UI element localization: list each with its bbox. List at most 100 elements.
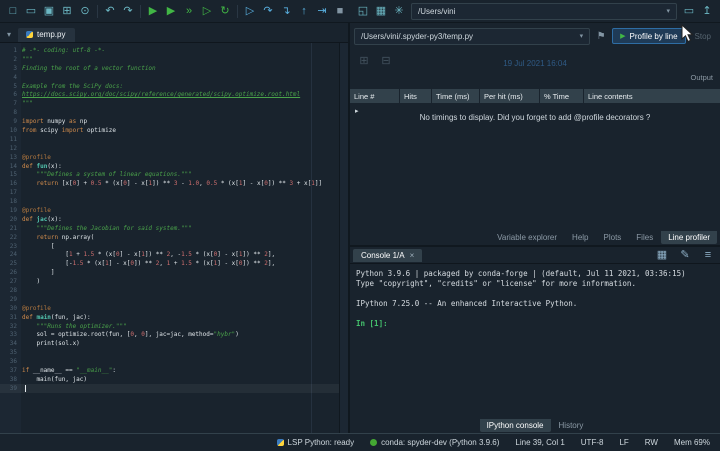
output-label[interactable]: Output <box>690 73 713 82</box>
code-line[interactable]: 31def main(fun, jac): <box>0 313 339 322</box>
step-over-icon[interactable]: ↷ <box>259 2 277 20</box>
tab-ipython-console[interactable]: IPython console <box>480 419 551 432</box>
code-line[interactable]: 28 <box>0 286 339 295</box>
code-line[interactable]: 32 """Runs the optimizer.""" <box>0 322 339 331</box>
code-line[interactable]: 24 [1 + 1.5 * (x[0] - x[1]) ** 2, -1.5 *… <box>0 250 339 259</box>
code-line[interactable]: 17 <box>0 188 339 197</box>
tab-variable-explorer[interactable]: Variable explorer <box>490 231 564 244</box>
open-file-icon[interactable]: ▭ <box>22 2 40 20</box>
status-memory[interactable]: Mem 69% <box>674 438 710 447</box>
code-line[interactable]: 37if __name__ == "__main__": <box>0 366 339 375</box>
code-line[interactable]: 35 <box>0 348 339 357</box>
code-line[interactable]: 12 <box>0 144 339 153</box>
code-line[interactable]: 11 <box>0 135 339 144</box>
code-line[interactable]: 34 print(sol.x) <box>0 339 339 348</box>
inspect-console-icon[interactable]: ▦ <box>653 246 671 264</box>
code-line[interactable]: 29 <box>0 295 339 304</box>
tab-line-profiler[interactable]: Line profiler <box>661 231 717 244</box>
code-line[interactable]: 19@profile <box>0 206 339 215</box>
column-header-per-hit-ms-[interactable]: Per hit (ms) <box>480 89 540 103</box>
code-line[interactable]: 33 sol = optimize.root(fun, [0, 0], jac=… <box>0 331 339 340</box>
maximize-pane-icon[interactable]: ◱ <box>354 2 372 20</box>
profile-by-line-button[interactable]: ▶ Profile by line <box>612 28 685 44</box>
stop-profiling-button[interactable]: Stop <box>690 28 716 44</box>
status-lsp-status[interactable]: LSP Python: ready <box>277 438 355 447</box>
code-line[interactable]: 26 ] <box>0 268 339 277</box>
tab-history[interactable]: History <box>552 419 591 432</box>
console-tab-1a[interactable]: Console 1/A × <box>353 249 422 262</box>
status-encoding[interactable]: UTF-8 <box>581 438 604 447</box>
redo-icon[interactable]: ↷ <box>119 2 137 20</box>
status-conda-env[interactable]: conda: spyder-dev (Python 3.9.6) <box>370 438 499 447</box>
tab-help[interactable]: Help <box>565 231 595 244</box>
code-line[interactable]: 7""" <box>0 99 339 108</box>
code-line[interactable]: 27 ) <box>0 277 339 286</box>
code-line[interactable]: 5Example from the SciPy docs: <box>0 82 339 91</box>
collapse-all-icon[interactable]: ⊟ <box>377 52 395 70</box>
panes-layout-icon[interactable]: ▦ <box>372 2 390 20</box>
code-line[interactable]: 23 [ <box>0 242 339 251</box>
code-editor[interactable]: 1# -*- coding: utf-8 -*-2"""3Finding the… <box>0 43 348 433</box>
editor-tab-temp-py[interactable]: temp.py <box>18 28 75 42</box>
stop-debug-icon[interactable]: ■ <box>331 2 349 20</box>
working-directory-combo[interactable]: /Users/vini ▾ <box>411 3 677 20</box>
status-permissions[interactable]: RW <box>645 438 658 447</box>
code-line[interactable]: 39 <box>0 384 339 393</box>
console-output[interactable]: Python 3.9.6 | packaged by conda-forge |… <box>350 264 720 417</box>
code-line[interactable]: 13@profile <box>0 153 339 162</box>
column-header-time-ms-[interactable]: Time (ms) <box>432 89 480 103</box>
preferences-icon[interactable]: ✳ <box>390 2 408 20</box>
expand-all-icon[interactable]: ⊞ <box>355 52 373 70</box>
editor-scrollbar[interactable] <box>339 43 348 433</box>
code-line[interactable]: 6https://docs.scipy.org/doc/scipy/refere… <box>0 90 339 99</box>
re-run-icon[interactable]: ↻ <box>216 2 234 20</box>
code-line[interactable]: 10from scipy import optimize <box>0 126 339 135</box>
find-icon[interactable]: ⊙ <box>76 2 94 20</box>
code-line[interactable]: 14def fun(x): <box>0 162 339 171</box>
undo-icon[interactable]: ↶ <box>101 2 119 20</box>
run-selection-icon[interactable]: ▷ <box>198 2 216 20</box>
step-into-icon[interactable]: ↴ <box>277 2 295 20</box>
code-line[interactable]: 1# -*- coding: utf-8 -*- <box>0 46 339 55</box>
code-line[interactable]: 9import numpy as np <box>0 117 339 126</box>
run-cell-advance-icon[interactable]: » <box>180 2 198 20</box>
tab-files[interactable]: Files <box>629 231 660 244</box>
code-line[interactable]: 30@profile <box>0 304 339 313</box>
save-all-icon[interactable]: ⊞ <box>58 2 76 20</box>
code-line[interactable]: 2""" <box>0 55 339 64</box>
code-line[interactable]: 21 """Defines the Jacobian for said syst… <box>0 224 339 233</box>
code-line[interactable]: 4 <box>0 73 339 82</box>
tab-plots[interactable]: Plots <box>597 231 629 244</box>
code-line[interactable]: 3Finding the root of a vector function <box>0 64 339 73</box>
status-cursor-position[interactable]: Line 39, Col 1 <box>515 438 564 447</box>
code-line[interactable]: 8 <box>0 108 339 117</box>
code-line[interactable]: 25 [-1.5 * (x[1] - x[0]) ** 2, 1 + 1.5 *… <box>0 259 339 268</box>
new-file-icon[interactable]: □ <box>4 2 22 20</box>
run-cell-icon[interactable]: ▶ <box>162 2 180 20</box>
column-header-hits[interactable]: Hits <box>400 89 432 103</box>
status-eol[interactable]: LF <box>619 438 628 447</box>
code-line[interactable]: 15 """Defines a system of linear equatio… <box>0 170 339 179</box>
code-line[interactable]: 16 return [x[0] + 0.5 * (x[0] - x[1]) **… <box>0 179 339 188</box>
parent-dir-icon[interactable]: ↥ <box>698 2 716 20</box>
select-file-icon[interactable]: ⚑ <box>594 31 608 42</box>
code-line[interactable]: 18 <box>0 197 339 206</box>
column-header-line-[interactable]: Line # <box>350 89 400 103</box>
save-file-icon[interactable]: ▣ <box>40 2 58 20</box>
code-line[interactable]: 22 return np.array( <box>0 233 339 242</box>
code-line[interactable]: 36 <box>0 357 339 366</box>
column-header-line-contents[interactable]: Line contents <box>584 89 720 103</box>
code-line[interactable]: 38 main(fun, jac) <box>0 375 339 384</box>
step-out-icon[interactable]: ↑ <box>295 2 313 20</box>
profiled-file-combo[interactable]: /Users/vini/.spyder-py3/temp.py ▾ <box>354 28 590 45</box>
run-file-icon[interactable]: ▶ <box>144 2 162 20</box>
close-icon[interactable]: × <box>410 251 415 260</box>
browse-working-dir-icon[interactable]: ▭ <box>680 2 698 20</box>
code-line[interactable]: 20def jac(x): <box>0 215 339 224</box>
browse-tabs-icon[interactable]: ▾ <box>2 27 16 42</box>
debug-continue-icon[interactable]: ⇥ <box>313 2 331 20</box>
column-header--time[interactable]: % Time <box>540 89 584 103</box>
debug-file-icon[interactable]: ▷ <box>241 2 259 20</box>
console-options-icon[interactable]: ≡ <box>699 246 717 264</box>
rename-console-icon[interactable]: ✎ <box>676 246 694 264</box>
